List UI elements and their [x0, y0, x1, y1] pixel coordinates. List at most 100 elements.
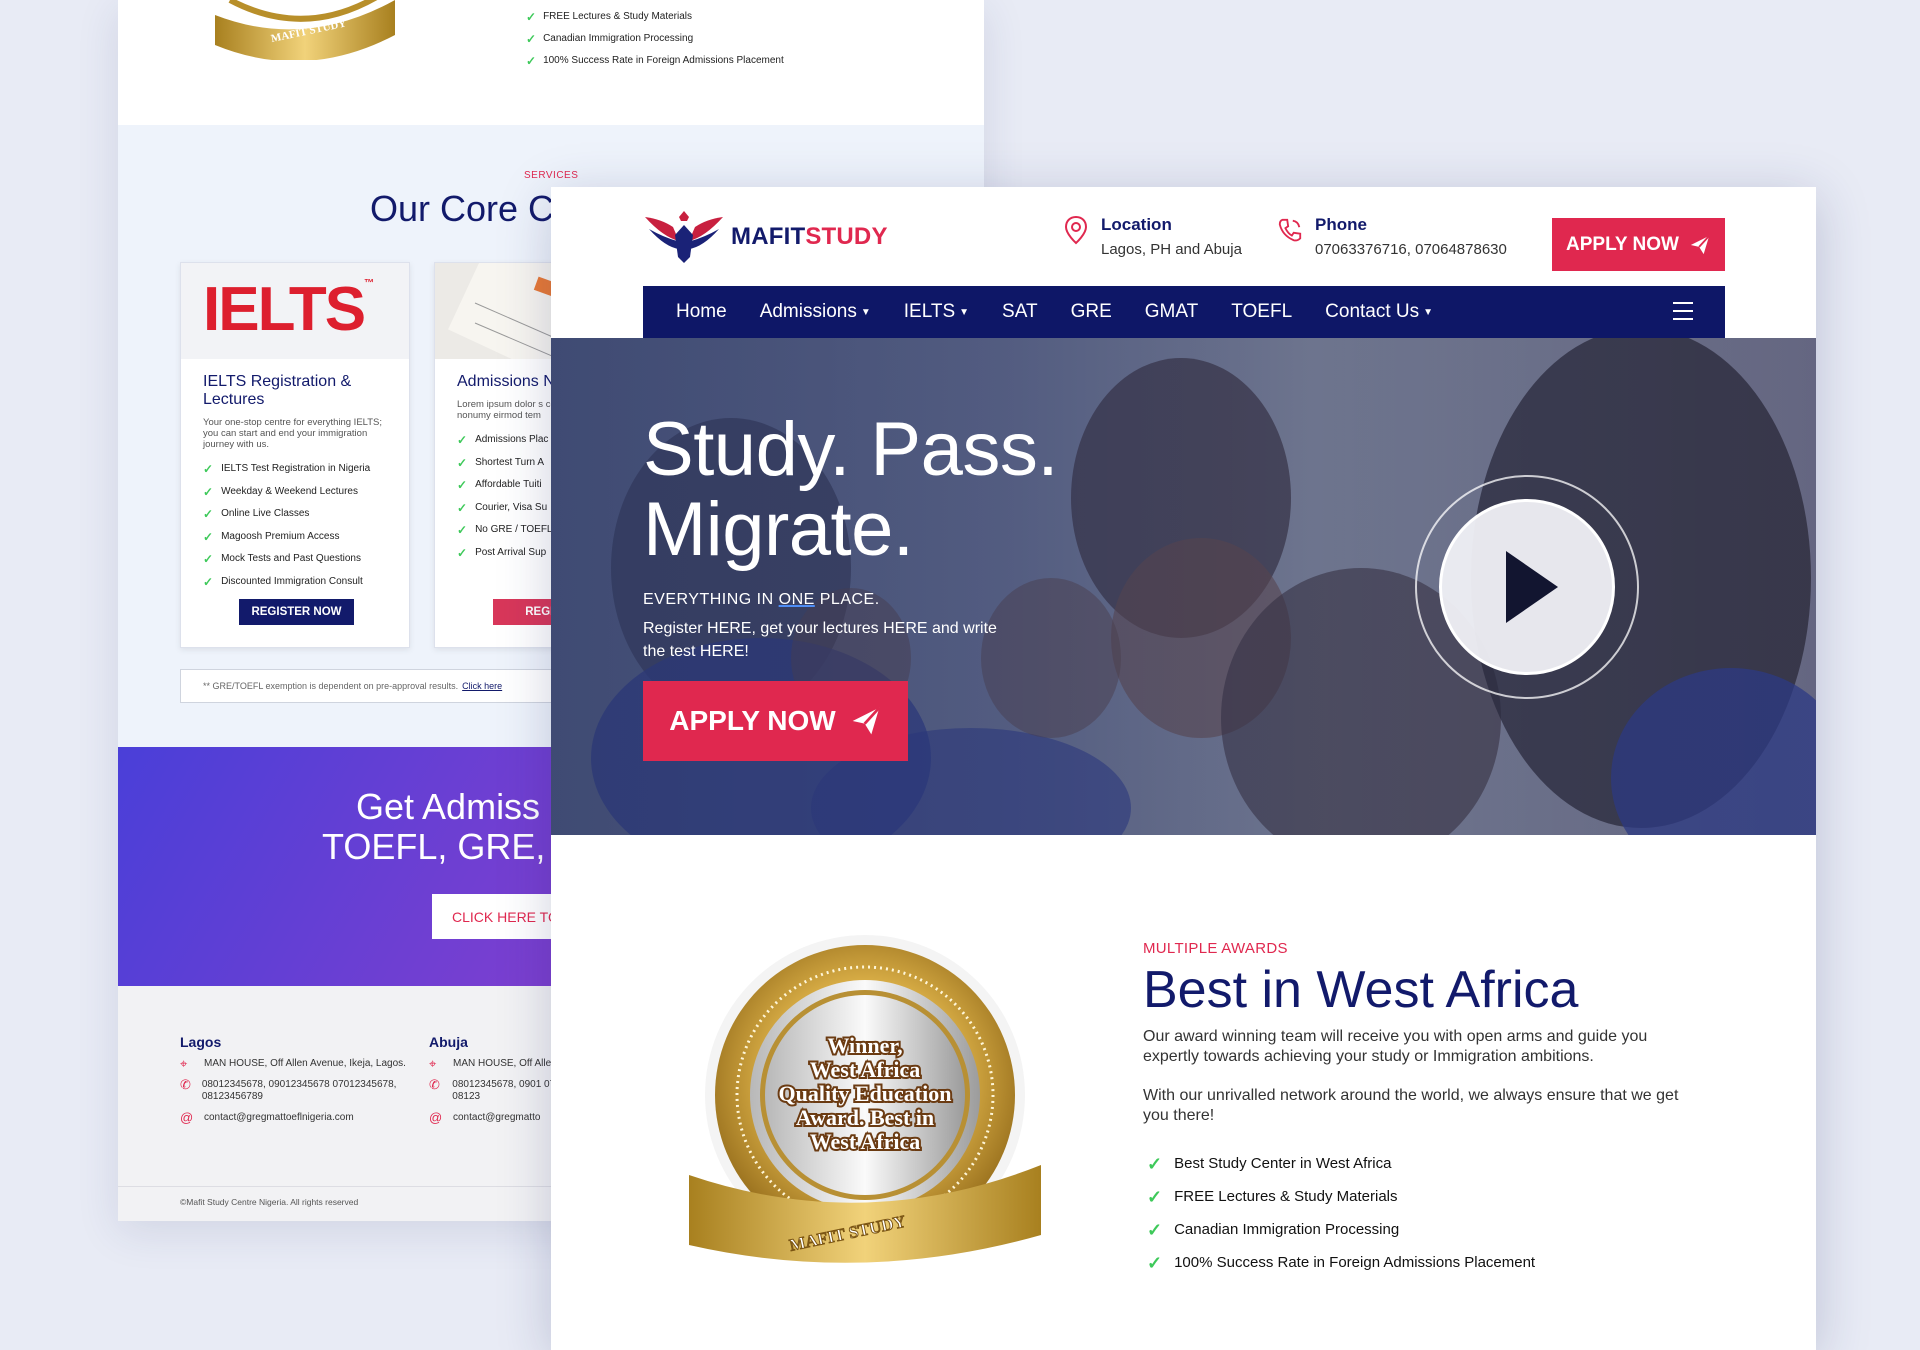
card-title: IELTS Registration & Lectures — [203, 373, 352, 408]
awards-feature-list: ✓ Best Study Center in West Africa ✓ FREE … — [1147, 1147, 1535, 1279]
awards-title: Best in West Africa — [1143, 961, 1579, 1019]
award-badge-image: Winner, West Africa Quality Education Aw… — [689, 935, 1041, 1263]
hero-heading: Study. Pass. Migrate. — [643, 407, 1059, 572]
card-feature-list: ✓ IELTS Test Registration in Nigeria ✓ Wee… — [203, 458, 387, 593]
check-icon: ✓ — [203, 552, 214, 567]
badge-line: Award. Best in — [796, 1105, 934, 1130]
promo-title-line1: Get Admiss — [356, 786, 541, 827]
list-item: ✓ Mock Tests and Past Questions — [203, 552, 361, 567]
caret-down-icon: ▼ — [1423, 306, 1434, 318]
check-icon: ✓ — [1147, 1186, 1163, 1207]
phone-label: Phone — [1315, 215, 1367, 234]
card-description: Your one-stop centre for everything IELT… — [203, 417, 383, 450]
hamburger-menu-icon[interactable] — [1673, 302, 1693, 320]
check-icon: ✓ — [457, 478, 468, 493]
check-icon: ✓ — [526, 32, 537, 46]
check-icon: ✓ — [526, 54, 537, 68]
list-item: ✓ IELTS Test Registration in Nigeria — [203, 462, 371, 477]
badge-line: West Africa — [810, 1057, 921, 1082]
check-icon: ✓ — [203, 574, 214, 589]
list-item: ✓ Weekday & Weekend Lectures — [203, 484, 358, 499]
paper-plane-icon — [1690, 234, 1710, 254]
location-value: Lagos, PH and Abuja — [1101, 241, 1242, 258]
check-icon: ✓ — [457, 545, 468, 560]
badge-line: West Africa — [810, 1129, 921, 1154]
nav-sat[interactable]: SAT — [1002, 301, 1038, 323]
nav-ielts[interactable]: IELTS ▼ — [904, 301, 969, 323]
badge-line: Quality Education — [779, 1081, 952, 1106]
award-ribbon-image: MAFIT STUDY — [215, 0, 395, 60]
location-pin-icon: ⌖ — [180, 1056, 188, 1071]
check-icon: ✓ — [457, 500, 468, 515]
register-now-button[interactable]: REGISTER NOW — [239, 599, 354, 625]
email-icon: @ — [180, 1110, 194, 1125]
office-lagos: Lagos ⌖ MAN HOUSE, Off Allen Avenue, Ikej… — [180, 1034, 420, 1133]
services-title: Our Core C — [370, 188, 555, 229]
logo-text: MAFITSTUDY — [731, 223, 888, 250]
office-city: Lagos — [180, 1034, 222, 1050]
email-icon: @ — [429, 1110, 443, 1125]
list-item: ✓ Online Live Classes — [203, 507, 310, 522]
check-icon: ✓ — [203, 484, 214, 499]
awards-strip: MAFIT STUDY ✓ FREE Lectures & Study Mater… — [118, 0, 984, 125]
awards-kicker: MULTIPLE AWARDS — [1143, 940, 1288, 957]
front-page-mockup: MAFITSTUDY Location Lagos, PH and Abuja … — [551, 187, 1816, 1350]
list-item: ✓ Discounted Immigration Consult — [203, 574, 363, 589]
play-icon — [1506, 551, 1558, 623]
location-pin-icon: ⌖ — [429, 1056, 437, 1071]
nav-gmat[interactable]: GMAT — [1145, 301, 1198, 323]
apply-now-button[interactable]: APPLY NOW — [1552, 218, 1725, 271]
nav-contact-us[interactable]: Contact Us ▼ — [1325, 301, 1433, 323]
phone-value: 07063376716, 07064878630 — [1315, 241, 1507, 258]
header-phone: Phone 07063376716, 07064878630 — [1277, 215, 1507, 258]
service-card-ielts: IELTS™ IELTS Registration & Lectures You… — [180, 262, 410, 648]
list-item: ✓ 100% Success Rate in Foreign Admissions… — [1147, 1252, 1536, 1273]
top-feature-list: ✓ FREE Lectures & Study Materials ✓ Canadi… — [526, 6, 784, 72]
promo-title-line2: TOEFL, GRE, — [322, 826, 546, 867]
eagle-crest-icon — [645, 211, 723, 263]
paper-plane-icon — [852, 706, 881, 735]
hero-subtitle: EVERYTHING IN ONE PLACE. — [643, 591, 880, 608]
phone-icon: ✆ — [429, 1077, 440, 1092]
list-item: ✓ FREE Lectures & Study Materials — [1147, 1186, 1398, 1207]
nav-admissions[interactable]: Admissions ▼ — [760, 301, 871, 323]
check-icon: ✓ — [457, 455, 468, 470]
site-logo[interactable]: MAFITSTUDY — [643, 207, 888, 267]
caret-down-icon: ▼ — [959, 306, 970, 318]
check-icon: ✓ — [1147, 1219, 1163, 1240]
main-navbar: Home Admissions ▼ IELTS ▼ SAT GRE GMAT TOE… — [643, 286, 1725, 338]
header-location: Location Lagos, PH and Abuja — [1063, 215, 1242, 258]
services-kicker: SERVICES — [524, 170, 579, 181]
list-item: ✓ 100% Success Rate in Foreign Admissions… — [526, 54, 784, 68]
phone-icon — [1278, 218, 1302, 242]
awards-paragraph-2: With our unrivalled network around the w… — [1143, 1087, 1679, 1124]
hero-section: Study. Pass. Migrate. EVERYTHING IN ONE P… — [551, 338, 1816, 835]
badge-line: Winner, — [827, 1033, 902, 1058]
check-icon: ✓ — [203, 507, 214, 522]
copyright: ©Mafit Study Centre Nigeria. All rights … — [180, 1197, 359, 1207]
video-play-button[interactable] — [1415, 475, 1639, 699]
nav-toefl[interactable]: TOEFL — [1231, 301, 1292, 323]
nav-home[interactable]: Home — [676, 301, 727, 323]
list-item: ✓ Canadian Immigration Processing — [526, 32, 694, 46]
list-item: ✓ FREE Lectures & Study Materials — [526, 10, 693, 24]
ielts-card-image: IELTS™ — [181, 263, 409, 359]
check-icon: ✓ — [457, 433, 468, 448]
check-icon: ✓ — [203, 529, 214, 544]
nav-gre[interactable]: GRE — [1071, 301, 1112, 323]
list-item: ✓ Magoosh Premium Access — [203, 529, 340, 544]
check-icon: ✓ — [1147, 1252, 1163, 1273]
location-pin-icon — [1064, 215, 1088, 245]
list-item: ✓ Best Study Center in West Africa — [1147, 1153, 1392, 1174]
awards-paragraph-1: Our award winning team will receive you … — [1143, 1028, 1648, 1065]
check-icon: ✓ — [203, 462, 214, 477]
hero-apply-now-button[interactable]: APPLY NOW — [643, 681, 908, 761]
hero-description: Register HERE, get your lectures HERE an… — [643, 620, 997, 660]
caret-down-icon: ▼ — [860, 306, 871, 318]
check-icon: ✓ — [1147, 1153, 1163, 1174]
list-item: ✓ Canadian Immigration Processing — [1147, 1219, 1400, 1240]
check-icon: ✓ — [526, 10, 537, 24]
location-label: Location — [1101, 215, 1172, 234]
note-link[interactable]: Click here — [462, 681, 502, 691]
ielts-logo: IELTS™ — [203, 275, 375, 344]
